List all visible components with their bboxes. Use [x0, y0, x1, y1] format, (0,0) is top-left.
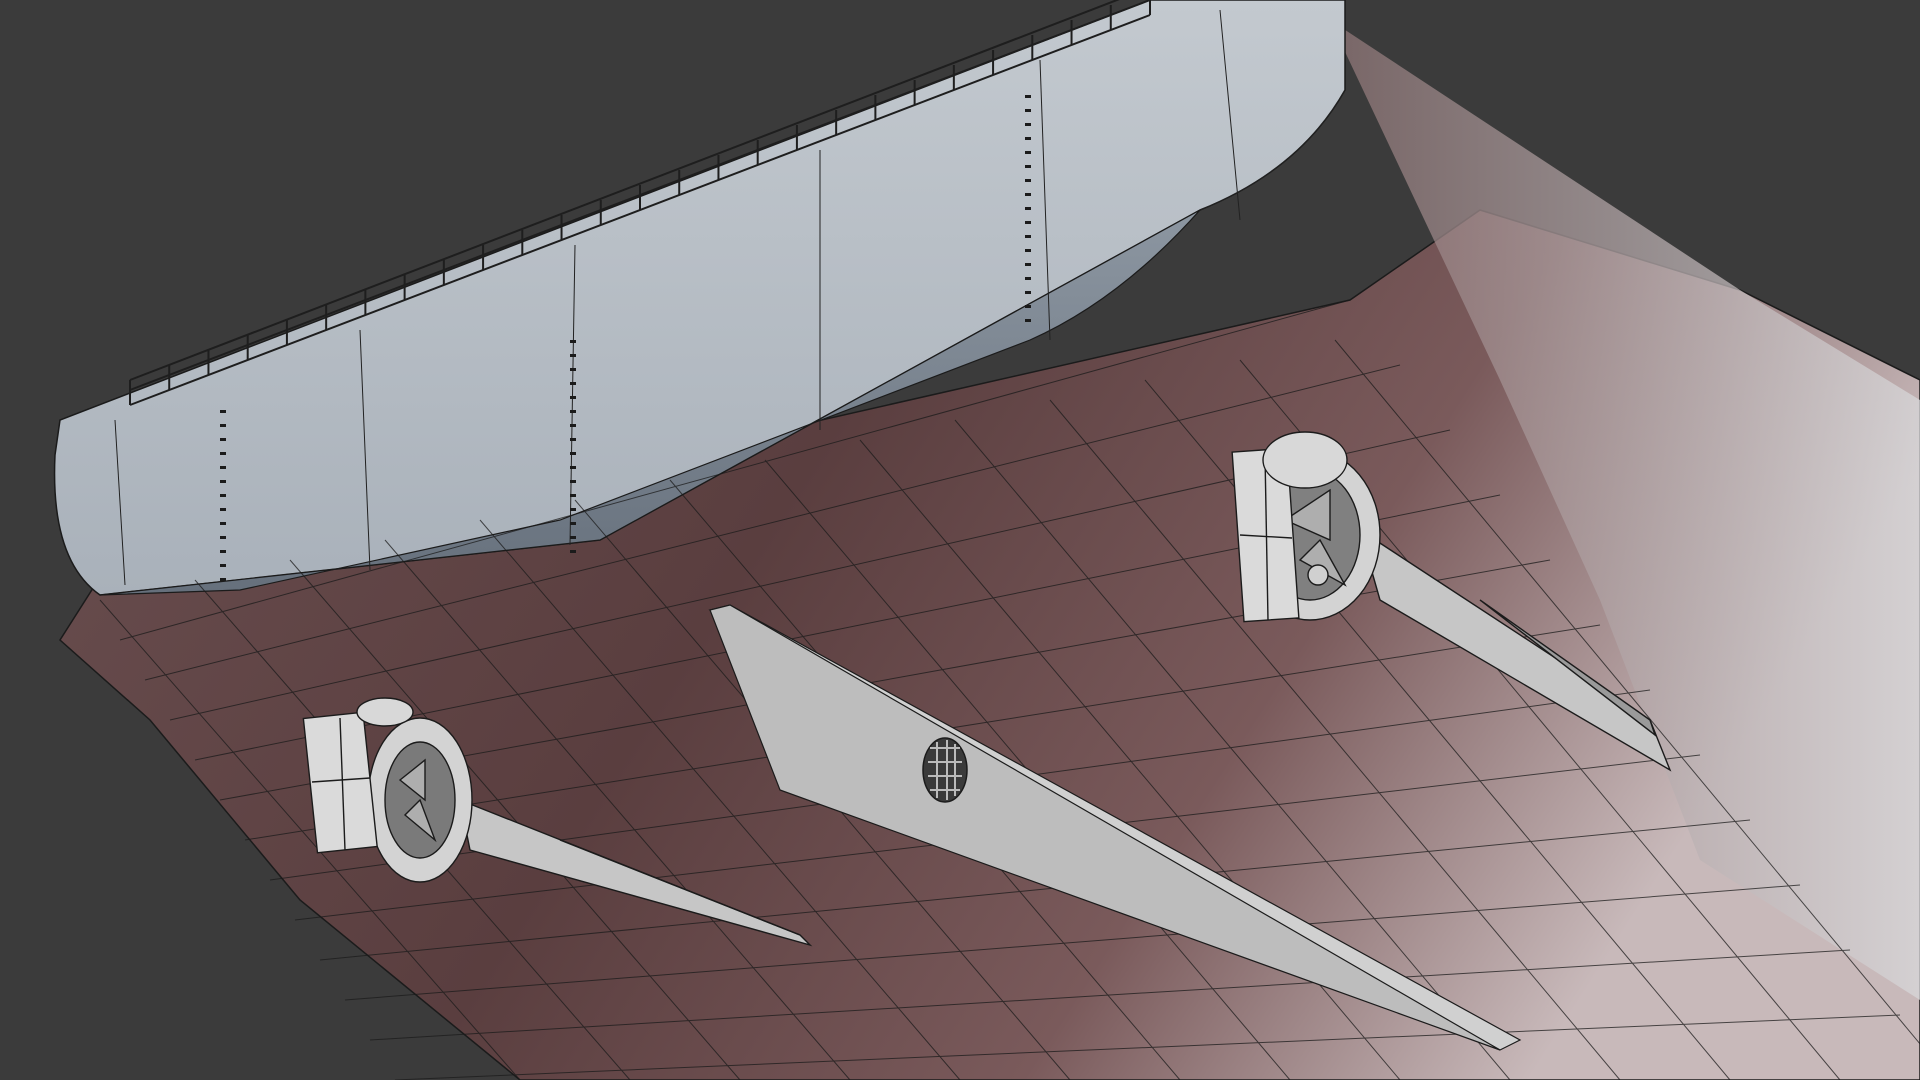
render-viewport: [0, 0, 1920, 1080]
transom-mark: [570, 438, 576, 441]
transom-mark: [1025, 193, 1031, 196]
transom-mark: [1025, 249, 1031, 252]
transom-mark: [570, 522, 576, 525]
transom-mark: [570, 340, 576, 343]
skeg-grille: [922, 737, 968, 803]
transom-mark: [1025, 235, 1031, 238]
transom-mark: [570, 382, 576, 385]
transom-mark: [1025, 95, 1031, 98]
transom-mark: [220, 536, 226, 539]
transom-mark: [1025, 165, 1031, 168]
transom-mark: [220, 466, 226, 469]
transom-mark: [1025, 151, 1031, 154]
transom-mark: [1025, 137, 1031, 140]
transom-mark: [570, 452, 576, 455]
transom-mark: [220, 424, 226, 427]
transom-mark: [220, 522, 226, 525]
transom-mark: [1025, 109, 1031, 112]
transom-mark: [220, 410, 226, 413]
transom-mark: [570, 368, 576, 371]
transom-mark: [1025, 207, 1031, 210]
transom-mark: [570, 494, 576, 497]
transom-mark: [220, 480, 226, 483]
transom-mark: [1025, 277, 1031, 280]
transom-mark: [1025, 263, 1031, 266]
transom-mark: [220, 578, 226, 581]
transom-mark: [220, 508, 226, 511]
transom-mark: [1025, 123, 1031, 126]
transom-mark: [1025, 291, 1031, 294]
transom-mark: [570, 466, 576, 469]
transom-mark: [220, 452, 226, 455]
transom-mark: [220, 438, 226, 441]
transom-mark: [570, 508, 576, 511]
transom-mark: [570, 410, 576, 413]
transom-mark: [570, 396, 576, 399]
transom-mark: [1025, 319, 1031, 322]
transom-mark: [1025, 179, 1031, 182]
transom-mark: [570, 536, 576, 539]
transom-mark: [220, 550, 226, 553]
transom-mark: [1025, 221, 1031, 224]
ship-stern-render: [53, 0, 1920, 1080]
transom-mark: [570, 354, 576, 357]
transom-mark: [220, 564, 226, 567]
transom-mark: [570, 550, 576, 553]
transom-mark: [220, 494, 226, 497]
transom-mark: [570, 424, 576, 427]
transom-mark: [570, 480, 576, 483]
transom-mark: [1025, 305, 1031, 308]
